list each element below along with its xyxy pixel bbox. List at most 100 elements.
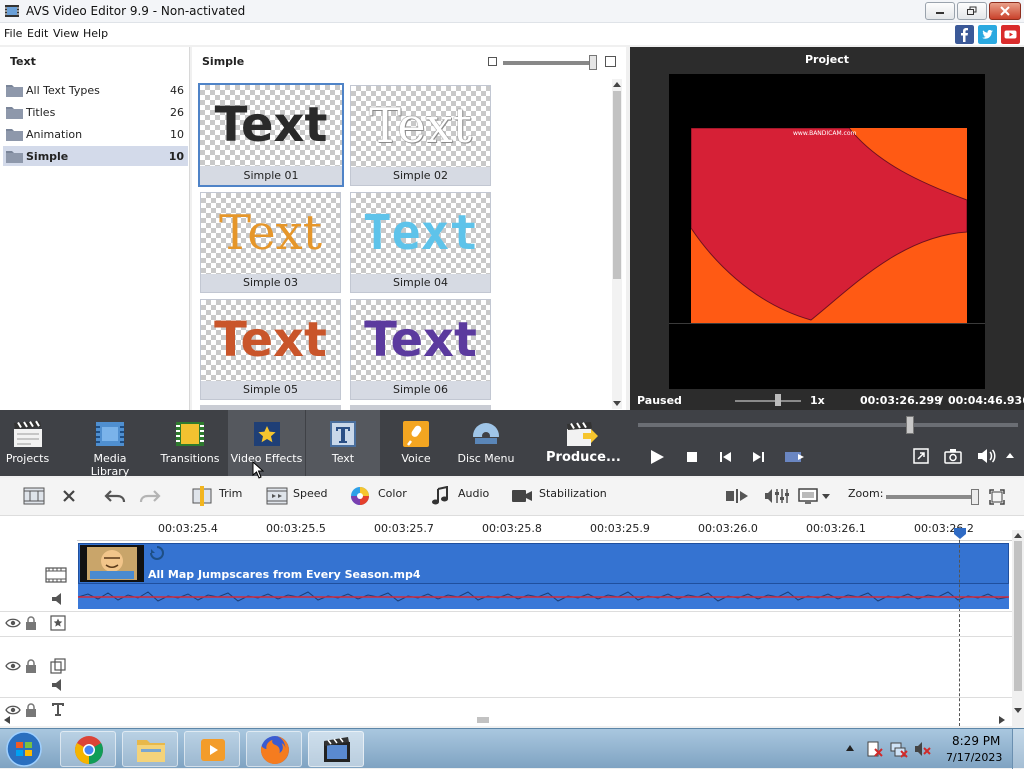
clock-time[interactable]: 8:29 PM xyxy=(952,734,1000,748)
audio-mixer-icon[interactable] xyxy=(764,487,790,505)
scroll-right-icon[interactable] xyxy=(998,716,1006,724)
avs-taskbar-button[interactable] xyxy=(308,731,364,767)
minimize-button[interactable] xyxy=(925,2,955,20)
split-icon[interactable] xyxy=(725,489,749,503)
category-titles[interactable]: Titles 26 xyxy=(3,102,188,122)
network-icon[interactable] xyxy=(890,740,908,758)
large-size-icon[interactable] xyxy=(605,56,616,67)
scroll-left-icon[interactable] xyxy=(3,716,11,724)
trim-icon[interactable] xyxy=(192,486,212,506)
disc-menu-button[interactable]: Disc Menu xyxy=(455,410,517,476)
media-taskbar-button[interactable] xyxy=(184,731,240,767)
text-tile-simple-02[interactable]: Text Simple 02 xyxy=(350,85,491,186)
speed-label[interactable]: Speed xyxy=(293,487,327,500)
lock-icon[interactable] xyxy=(25,616,37,630)
play-icon[interactable] xyxy=(649,449,665,465)
tile-sample-text: Text xyxy=(214,312,327,368)
youtube-icon[interactable] xyxy=(1001,25,1020,44)
stabilization-icon[interactable] xyxy=(511,488,533,504)
color-label[interactable]: Color xyxy=(378,487,407,500)
aspect-ratio-icon[interactable] xyxy=(798,488,818,504)
facebook-icon[interactable] xyxy=(955,25,974,44)
gallery-scroll-thumb[interactable] xyxy=(613,91,621,279)
speed-slider-handle[interactable] xyxy=(775,394,781,406)
scroll-down-icon[interactable] xyxy=(1014,708,1022,714)
category-animation[interactable]: Animation 10 xyxy=(3,124,188,144)
eye-icon[interactable] xyxy=(5,617,21,629)
text-button[interactable]: Text xyxy=(306,410,380,476)
previous-frame-icon[interactable] xyxy=(719,450,733,464)
audio-label[interactable]: Audio xyxy=(458,487,489,500)
firefox-taskbar-button[interactable] xyxy=(246,731,302,767)
time-ruler[interactable]: 00:03:25.4 00:03:25.5 00:03:25.7 00:03:2… xyxy=(77,516,1012,541)
next-frame-icon[interactable] xyxy=(751,450,765,464)
text-tile-simple-03[interactable]: Text Simple 03 xyxy=(200,192,341,293)
category-simple[interactable]: Simple 10 xyxy=(3,146,188,166)
text-tile-simple-01[interactable]: Text Simple 01 xyxy=(198,83,344,187)
fullscreen-preview-icon[interactable] xyxy=(784,450,806,464)
small-size-icon[interactable] xyxy=(488,57,497,66)
video-effects-button[interactable]: Video Effects xyxy=(228,410,305,476)
start-button-icon[interactable] xyxy=(4,730,44,768)
zoom-slider-handle[interactable] xyxy=(971,489,979,505)
color-wheel-icon[interactable] xyxy=(350,486,370,506)
chrome-taskbar-button[interactable] xyxy=(60,731,116,767)
music-note-icon[interactable] xyxy=(431,486,449,506)
show-hidden-icons-icon[interactable] xyxy=(846,745,854,751)
scroll-up-icon[interactable] xyxy=(1014,532,1022,538)
stop-icon[interactable] xyxy=(686,451,698,463)
produce-button[interactable]: Produce... xyxy=(546,410,621,476)
storyboard-icon[interactable] xyxy=(23,487,45,505)
menu-help[interactable]: Help xyxy=(83,27,108,40)
menu-edit[interactable]: Edit xyxy=(27,27,48,40)
seek-handle[interactable] xyxy=(906,416,914,434)
speed-slider[interactable] xyxy=(735,400,801,402)
volume-muted-icon[interactable] xyxy=(914,740,932,758)
scroll-down-icon[interactable] xyxy=(613,401,621,407)
close-button[interactable] xyxy=(989,2,1021,20)
slider-handle[interactable] xyxy=(589,55,597,70)
scroll-up-icon[interactable] xyxy=(613,81,621,87)
clock-date[interactable]: 7/17/2023 xyxy=(946,751,1002,764)
lock-icon[interactable] xyxy=(25,703,37,717)
eye-icon[interactable] xyxy=(5,660,21,672)
fit-to-window-icon[interactable] xyxy=(989,489,1005,505)
zoom-slider[interactable] xyxy=(886,495,978,499)
lock-icon[interactable] xyxy=(25,659,37,673)
aspect-dropdown-icon[interactable] xyxy=(822,494,830,500)
text-tile-simple-04[interactable]: Text Simple 04 xyxy=(350,192,491,293)
redo-icon[interactable] xyxy=(139,488,161,504)
menu-view[interactable]: View xyxy=(53,27,79,40)
eye-icon[interactable] xyxy=(5,704,21,716)
media-library-button[interactable]: Media Library xyxy=(76,410,144,478)
show-desktop-button[interactable] xyxy=(1012,729,1024,769)
projects-button[interactable]: Projects xyxy=(0,410,55,476)
video-clip[interactable]: All Map Jumpscares from Every Season.mp4 xyxy=(78,543,1009,609)
maximize-button[interactable] xyxy=(957,2,987,20)
seek-bar[interactable] xyxy=(638,423,1018,427)
snapshot-icon[interactable] xyxy=(944,448,962,464)
category-all-text-types[interactable]: All Text Types 46 xyxy=(3,80,188,100)
stabilization-label[interactable]: Stabilization xyxy=(539,487,607,500)
trim-label[interactable]: Trim xyxy=(219,487,242,500)
video-preview[interactable]: www.BANDICAM.com xyxy=(669,74,985,389)
twitter-icon[interactable] xyxy=(978,25,997,44)
text-tile-simple-05[interactable]: Text Simple 05 xyxy=(200,299,341,400)
voice-button[interactable]: Voice xyxy=(386,410,446,476)
delete-icon[interactable] xyxy=(62,489,76,503)
thumbnail-size-slider[interactable] xyxy=(503,61,595,65)
video-player-icon xyxy=(201,739,225,761)
volume-dropdown-icon[interactable] xyxy=(1006,453,1014,459)
timeline-hscroll-thumb[interactable] xyxy=(477,717,489,723)
explorer-taskbar-button[interactable] xyxy=(122,731,178,767)
text-tile-simple-06[interactable]: Text Simple 06 xyxy=(350,299,491,400)
action-center-icon[interactable] xyxy=(866,740,884,758)
volume-icon[interactable] xyxy=(977,448,997,464)
expand-icon[interactable] xyxy=(913,448,929,464)
timeline-vscroll-thumb[interactable] xyxy=(1014,541,1022,691)
playhead-marker[interactable] xyxy=(952,526,968,540)
undo-icon[interactable] xyxy=(104,488,126,504)
speed-icon[interactable] xyxy=(266,487,288,505)
menu-file[interactable]: File xyxy=(4,27,22,40)
transitions-button[interactable]: Transitions xyxy=(160,410,220,476)
